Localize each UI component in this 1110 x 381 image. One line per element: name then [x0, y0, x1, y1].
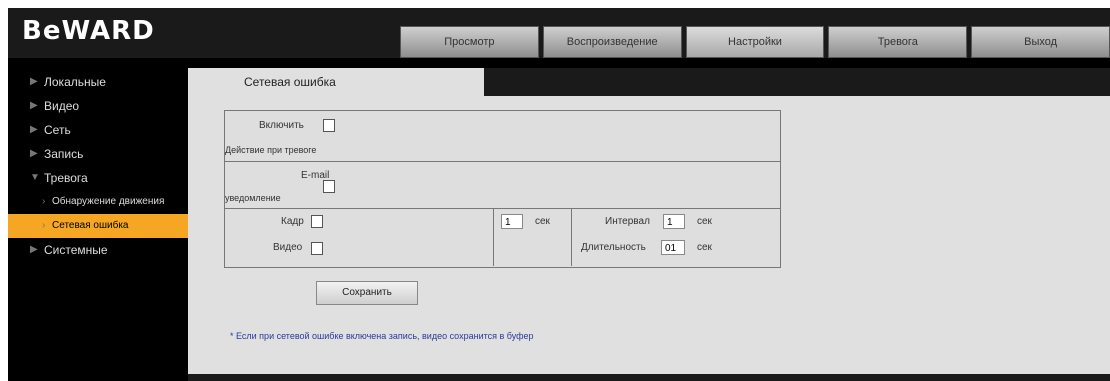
sidebar-item-alarm[interactable]: ▼ Тревога: [8, 166, 188, 190]
snapshot-seconds-input[interactable]: 1: [501, 214, 523, 229]
snapshot-unit: сек: [535, 216, 550, 227]
sidebar-item-network-error[interactable]: › Сетевая ошибка: [8, 214, 188, 238]
sidebar-item-system[interactable]: ▶ Системные: [8, 238, 188, 262]
interval-label: Интервал: [605, 216, 650, 227]
chevron-right-icon: ▶: [30, 100, 38, 111]
sidebar: ▶ Локальные ▶ Видео ▶ Сеть ▶ Запись ▼ Тр…: [8, 58, 188, 381]
header: BeWARD Просмотр Воспроизведение Настройк…: [8, 8, 1110, 58]
chevron-down-icon: ▼: [30, 172, 40, 183]
interval-input[interactable]: 1: [663, 214, 685, 229]
duration-input[interactable]: 01: [661, 240, 685, 255]
enable-checkbox[interactable]: [323, 119, 335, 132]
sidebar-item-label: Запись: [44, 147, 84, 161]
tab-logout[interactable]: Выход: [971, 26, 1110, 58]
sidebar-item-video[interactable]: ▶ Видео: [8, 94, 188, 118]
app-frame: BeWARD Просмотр Воспроизведение Настройк…: [8, 8, 1110, 381]
sidebar-item-label: Обнаружение движения: [52, 196, 165, 207]
sidebar-item-label: Тревога: [44, 171, 88, 185]
snapshot-checkbox[interactable]: [311, 215, 323, 228]
chevron-right-icon: ▶: [30, 244, 38, 255]
footnote: * Если при сетевой ошибке включена запис…: [230, 331, 534, 341]
sidebar-item-network[interactable]: ▶ Сеть: [8, 118, 188, 142]
snapshot-label: Кадр: [281, 216, 304, 227]
chevron-right-icon: ›: [42, 220, 46, 231]
sidebar-item-label: Сеть: [44, 123, 71, 137]
alarm-action-label: Действие при тревоге: [225, 145, 317, 155]
email-label-line2: уведомление: [225, 193, 281, 203]
chevron-right-icon: ▶: [30, 76, 38, 87]
chevron-right-icon: ▶: [30, 148, 38, 159]
top-navigation: Просмотр Воспроизведение Настройки Трево…: [400, 26, 1110, 58]
beward-logo: BeWARD: [22, 16, 155, 46]
video-label: Видео: [273, 242, 303, 253]
sidebar-item-local[interactable]: ▶ Локальные: [8, 70, 188, 94]
duration-unit: сек: [697, 242, 712, 253]
enable-label: Включить: [259, 120, 304, 131]
divider: [225, 208, 780, 209]
sidebar-item-record[interactable]: ▶ Запись: [8, 142, 188, 166]
bottom-bar: [188, 374, 1110, 381]
divider: [571, 208, 572, 266]
chevron-right-icon: ›: [42, 196, 46, 207]
sidebar-item-motion-detection[interactable]: › Обнаружение движения: [8, 190, 188, 214]
tab-settings[interactable]: Настройки: [685, 26, 825, 58]
video-checkbox[interactable]: [311, 242, 323, 255]
sidebar-item-label: Системные: [44, 243, 108, 257]
tab-view[interactable]: Просмотр: [400, 26, 539, 58]
divider: [493, 208, 494, 266]
sidebar-item-label: Сетевая ошибка: [52, 220, 129, 231]
divider: [225, 161, 780, 162]
content-panel: Сетевая ошибка Включить Действие при тре…: [188, 68, 1110, 374]
tab-alarm[interactable]: Тревога: [828, 26, 968, 58]
sidebar-item-label: Видео: [44, 99, 80, 113]
interval-unit: сек: [697, 216, 712, 227]
content-tabbar: Сетевая ошибка: [188, 68, 1110, 96]
save-button[interactable]: Сохранить: [316, 281, 418, 305]
tab-network-error[interactable]: Сетевая ошибка: [188, 68, 484, 96]
email-checkbox[interactable]: [323, 180, 335, 193]
settings-table: Включить Действие при тревоге E-mail уве…: [224, 110, 781, 268]
duration-label: Длительность: [581, 242, 646, 253]
chevron-right-icon: ▶: [30, 124, 38, 135]
sidebar-item-label: Локальные: [44, 75, 106, 89]
tab-playback[interactable]: Воспроизведение: [542, 26, 682, 58]
